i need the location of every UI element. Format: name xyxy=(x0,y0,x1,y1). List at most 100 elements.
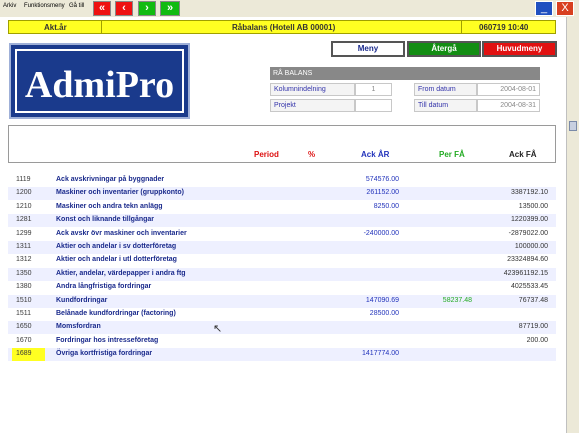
table-row[interactable]: 1350 Aktier, andelar, värdepapper i andra… xyxy=(8,267,556,281)
table-row[interactable]: 1510 Kundfordringar 147090.69 58237.48 76737… xyxy=(8,294,556,308)
table-row[interactable]: 1689 Övriga kortfristiga fordringar 141777… xyxy=(8,348,556,362)
table-row[interactable]: 1670 Fordringar hos intresseföretag 200.00 xyxy=(8,335,556,348)
per-fa-value: 58237.48 xyxy=(442,296,472,304)
account-number: 1299 xyxy=(16,229,32,237)
till-datum-field[interactable]: 2004-08-31 xyxy=(477,99,540,112)
menu-ga-till[interactable]: Gå till xyxy=(69,3,84,9)
account-number: 1510 xyxy=(16,296,32,304)
atergra-button[interactable]: Återgå xyxy=(407,41,481,57)
vertical-scrollbar[interactable] xyxy=(566,17,579,433)
ack-ar-value: 574576.00 xyxy=(365,176,399,183)
ack-fa-value: 23324894.60 xyxy=(507,256,548,264)
account-description: Momsfordran xyxy=(56,323,101,331)
col-ack-fa: Ack FÅ xyxy=(509,150,537,159)
account-description: Aktier, andelar, värdepapper i andra ftg xyxy=(56,269,186,277)
ack-ar-value: 8250.00 xyxy=(373,202,399,210)
account-number: 1119 xyxy=(16,176,31,183)
account-number: 1281 xyxy=(16,216,32,224)
table-row[interactable]: 1119 Ack avskrivningar på byggnader 574576… xyxy=(8,174,556,187)
account-number: 1312 xyxy=(16,256,32,264)
kolumnindelning-label: Kolumnindelning xyxy=(270,83,355,96)
account-number: 1311 xyxy=(16,243,32,250)
ack-ar-value: -240000.00 xyxy=(363,229,399,237)
table-row[interactable]: 1311 Aktier och andelar i sv dotterföreta… xyxy=(8,241,556,254)
scrollbar-thumb[interactable] xyxy=(569,121,577,131)
account-number: 1650 xyxy=(16,323,32,331)
table-row[interactable]: 1312 Aktier och andelar i utl dotterföret… xyxy=(8,254,556,267)
kolumnindelning-field[interactable]: 1 xyxy=(355,83,392,96)
huvudmeny-button[interactable]: Huvudmeny xyxy=(482,41,557,57)
column-header-box xyxy=(8,125,556,163)
ack-ar-value: 261152.00 xyxy=(366,189,399,197)
ack-ar-value: 1417774.00 xyxy=(362,350,399,358)
table-row[interactable]: 1511 Belånade kundfordringar (factoring) 2… xyxy=(8,308,556,321)
ack-ar-value: 147090.69 xyxy=(365,296,399,304)
ra-balans-panel: RÅ BALANS Kolumnindelning 1 Projekt From… xyxy=(270,67,541,127)
account-description: Ack avskrivningar på byggnader xyxy=(56,176,165,183)
ack-fa-value: 13500.00 xyxy=(518,202,548,210)
minimize-button[interactable]: _ xyxy=(535,1,553,16)
account-number: 1670 xyxy=(16,336,32,344)
col-period: Period xyxy=(254,150,279,159)
table-row[interactable]: 1299 Ack avskr övr maskiner och inventari… xyxy=(8,228,556,241)
table-row[interactable]: 1380 Andra långfristiga fordringar 4025533… xyxy=(8,281,556,294)
col-percent: % xyxy=(308,150,316,159)
logo-text: AdmiPro xyxy=(24,64,175,106)
ack-fa-value: 3387192.10 xyxy=(511,189,548,197)
previous-record-button[interactable]: ‹ xyxy=(115,1,133,16)
ack-fa-value: -2879022.00 xyxy=(508,229,548,237)
next-record-button[interactable]: › xyxy=(138,1,156,16)
table-row[interactable]: 1650 Momsfordran 87719.00 xyxy=(8,321,556,335)
account-number: 1511 xyxy=(16,310,32,317)
table-row[interactable]: 1200 Maskiner och inventarier (gruppkonto… xyxy=(8,187,556,201)
ack-ar-value: 28500.00 xyxy=(369,310,399,317)
table-row[interactable]: 1210 Maskiner och andra tekn anlägg 8250.0… xyxy=(8,201,556,214)
till-datum-label: Till datum xyxy=(414,99,477,112)
account-description: Maskiner och andra tekn anlägg xyxy=(56,202,163,210)
account-description: Konst och liknande tillgångar xyxy=(56,216,155,224)
ra-balans-title: RÅ BALANS xyxy=(270,67,540,80)
ack-fa-value: 1220399.00 xyxy=(511,216,548,224)
projekt-label: Projekt xyxy=(270,99,355,112)
menu-bar: Arkiv Funktionsmeny Gå till « ‹ › » _ X xyxy=(0,0,579,17)
account-number: 1350 xyxy=(16,269,32,277)
account-description: Ack avskr övr maskiner och inventarier xyxy=(56,229,187,237)
account-description: Övriga kortfristiga fordringar xyxy=(56,350,153,358)
table-row[interactable]: 1281 Konst och liknande tillgångar 1220399… xyxy=(8,214,556,228)
datetime-label: 060719 10:40 xyxy=(479,23,529,32)
account-description: Kundfordringar xyxy=(56,296,108,304)
window-title: Råbalans (Hotell AB 00001) xyxy=(232,23,336,32)
admipro-logo: AdmiPro xyxy=(9,43,190,119)
projekt-field[interactable] xyxy=(355,99,392,112)
account-description: Aktier och andelar i utl dotterföretag xyxy=(56,256,177,264)
account-number: 1689 xyxy=(16,350,32,358)
last-record-button[interactable]: » xyxy=(160,1,180,16)
account-number: 1200 xyxy=(16,189,32,197)
mouse-cursor: ↖ xyxy=(213,323,223,335)
ack-fa-value: 76737.48 xyxy=(518,296,548,304)
account-description: Andra långfristiga fordringar xyxy=(56,283,152,291)
account-description: Maskiner och inventarier (gruppkonto) xyxy=(56,189,184,197)
col-ack-ar: Ack ÅR xyxy=(361,150,390,159)
ack-fa-value: 423961192.15 xyxy=(503,269,548,277)
first-record-button[interactable]: « xyxy=(93,1,111,16)
meny-button[interactable]: Meny xyxy=(331,41,405,57)
account-number: 1210 xyxy=(16,202,32,210)
col-per-fa: Per FÅ xyxy=(439,150,465,159)
ack-fa-value: 200.00 xyxy=(526,336,548,344)
menu-funktionsmeny[interactable]: Funktionsmeny xyxy=(24,3,65,9)
ack-fa-value: 100000.00 xyxy=(514,243,548,250)
ack-fa-value: 87719.00 xyxy=(518,323,548,331)
akt-ar-label: Akt.år xyxy=(44,23,67,32)
main-panel: Akt.år Råbalans (Hotell AB 00001) 060719… xyxy=(0,17,566,433)
from-datum-field[interactable]: 2004-08-01 xyxy=(477,83,540,96)
close-button[interactable]: X xyxy=(556,1,574,16)
account-description: Aktier och andelar i sv dotterföretag xyxy=(56,243,177,250)
ack-fa-value: 4025533.45 xyxy=(511,283,548,291)
menu-arkiv[interactable]: Arkiv xyxy=(3,3,16,9)
from-datum-label: From datum xyxy=(414,83,477,96)
account-description: Fordringar hos intresseföretag xyxy=(56,336,159,344)
account-number: 1380 xyxy=(16,283,32,291)
title-bar: Akt.år Råbalans (Hotell AB 00001) 060719… xyxy=(8,20,556,34)
account-description: Belånade kundfordringar (factoring) xyxy=(56,310,176,317)
